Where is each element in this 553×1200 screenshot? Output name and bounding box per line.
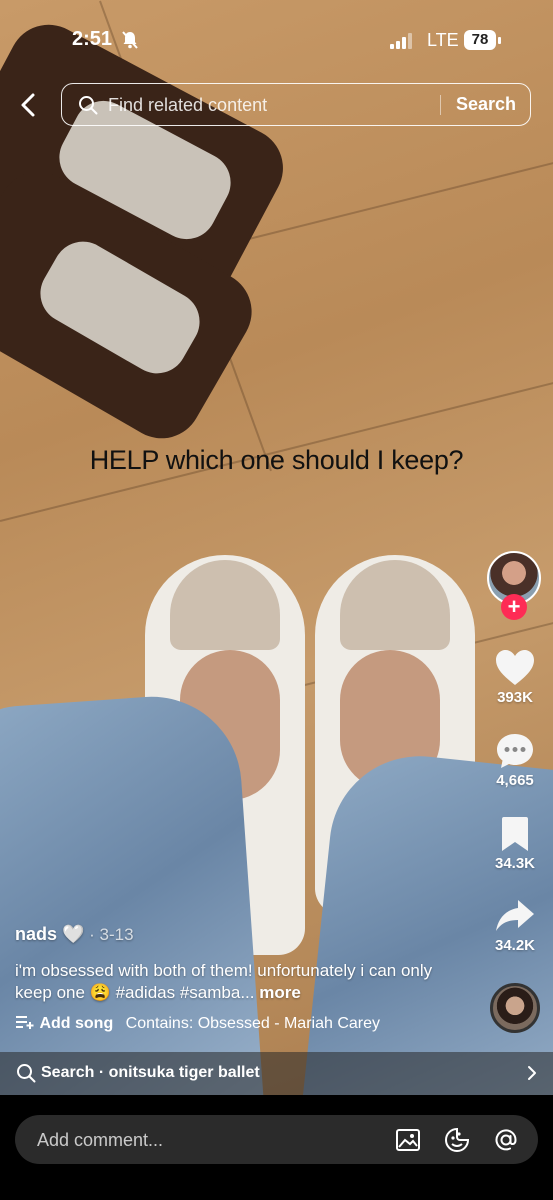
add-song-button[interactable]: Add song <box>39 1015 113 1032</box>
search-button[interactable]: Search <box>456 94 516 115</box>
chevron-right-icon <box>528 1066 536 1080</box>
video-overlay-text: HELP which one should I keep? <box>89 445 464 475</box>
like-count: 393K <box>497 689 533 706</box>
follow-button[interactable]: + <box>501 594 527 620</box>
battery-tip <box>498 37 501 44</box>
username[interactable]: nads 🤍 <box>15 924 84 944</box>
sound-contains-label[interactable]: Contains: Obsessed - Mariah Carey <box>126 1015 380 1032</box>
signal-icon <box>390 33 416 49</box>
related-search-text: Search · onitsuka tiger ballet <box>41 1064 260 1081</box>
comment-count: 4,665 <box>496 772 534 789</box>
bookmark-icon[interactable] <box>494 814 536 854</box>
post-description[interactable]: i'm obsessed with both of them! unfortun… <box>15 960 455 1004</box>
search-icon <box>17 1064 36 1083</box>
emoji-icon[interactable] <box>444 1127 470 1153</box>
status-time: 2:51 <box>72 28 113 50</box>
add-song-icon[interactable] <box>15 1014 35 1030</box>
search-icon <box>79 96 98 115</box>
back-arrow-icon[interactable] <box>16 90 40 120</box>
description-text: i'm obsessed with both of them! unfortun… <box>15 961 433 1002</box>
status-bar: 2:51 LTE 78 <box>0 28 553 58</box>
network-label: LTE <box>427 30 459 50</box>
bottom-bar <box>0 1095 553 1200</box>
heart-icon[interactable] <box>494 648 536 688</box>
comment-icon[interactable] <box>494 731 536 771</box>
mute-bell-icon <box>122 31 138 49</box>
post-date: · 3-13 <box>84 925 134 944</box>
song-row: Add song Contains: Obsessed - Mariah Car… <box>15 1014 380 1033</box>
music-disc-avatar[interactable] <box>490 983 540 1033</box>
share-arrow-icon[interactable] <box>494 896 536 936</box>
mention-icon[interactable] <box>493 1127 519 1153</box>
search-bar[interactable]: Search <box>61 83 531 126</box>
comment-box[interactable] <box>15 1115 538 1164</box>
save-count: 34.3K <box>494 855 536 872</box>
search-divider <box>440 95 441 115</box>
share-count: 34.2K <box>494 937 536 954</box>
image-icon[interactable] <box>395 1127 421 1153</box>
post-username-row[interactable]: nads 🤍 · 3-13 <box>15 924 455 945</box>
more-link[interactable]: more <box>255 983 301 1002</box>
jeans-image <box>0 690 265 1095</box>
search-input[interactable] <box>108 92 438 118</box>
battery-level: 78 <box>464 30 496 50</box>
comment-input[interactable] <box>37 1127 377 1153</box>
related-search-bar[interactable]: Search · onitsuka tiger ballet <box>0 1052 553 1095</box>
